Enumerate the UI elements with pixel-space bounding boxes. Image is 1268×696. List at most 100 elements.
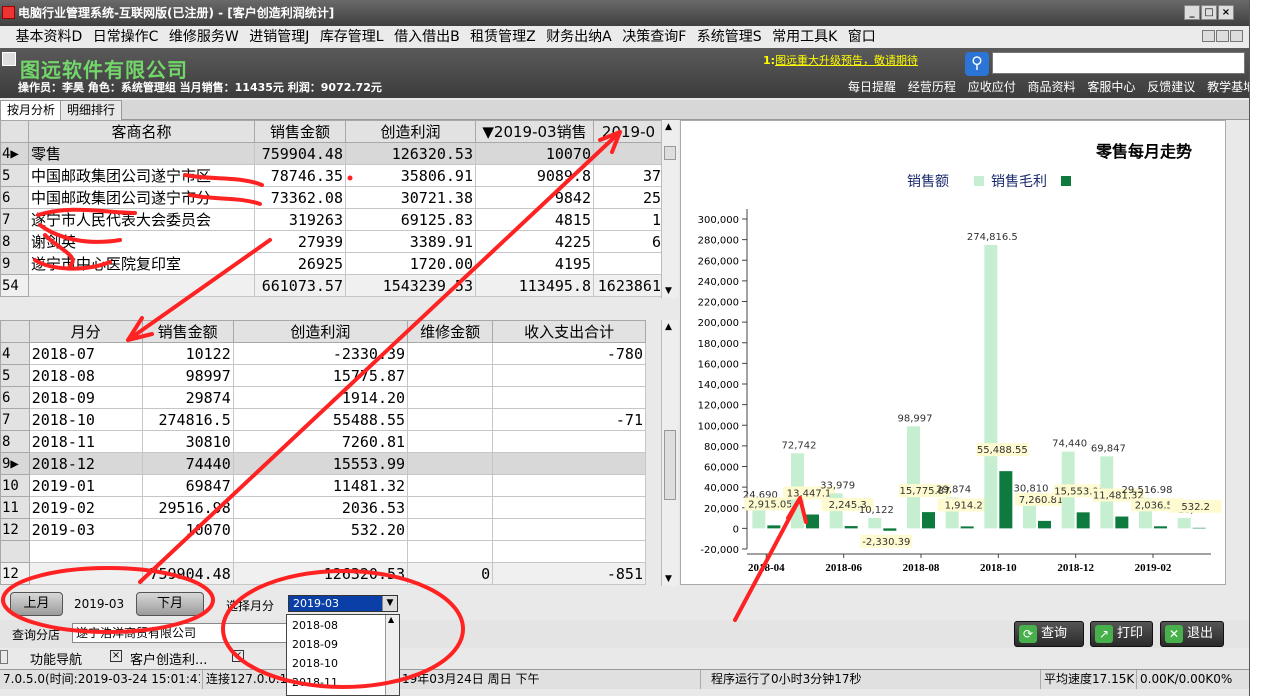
cell-repair: 0: [407, 562, 494, 585]
search-button[interactable]: ⚲: [965, 52, 989, 76]
table-footer-row[interactable]: 12 759904.48 126320.53 0 -851: [0, 562, 646, 585]
col-sales[interactable]: 销售金额: [254, 120, 346, 143]
link-feedback[interactable]: 反馈建议: [1147, 80, 1195, 94]
menu-item[interactable]: 决策查询F: [619, 26, 689, 48]
scroll-down-icon[interactable]: ▼: [665, 574, 672, 584]
search-input[interactable]: [992, 52, 1245, 74]
table-row-empty[interactable]: [0, 540, 646, 563]
maximize-button[interactable]: □: [1201, 5, 1217, 20]
next-month-button[interactable]: 下月: [136, 592, 204, 616]
prev-month-button[interactable]: 上月: [10, 592, 63, 616]
bar-sales: [984, 244, 998, 529]
scroll-up-icon[interactable]: ▲: [388, 615, 394, 624]
cell-profit: [232, 540, 409, 563]
exit-button[interactable]: ✕ 退出: [1160, 621, 1224, 647]
news-ticker[interactable]: 1:图远重大升级预告，敬请期待: [763, 52, 963, 68]
customer-grid-scrollbar[interactable]: ▲ ▼: [661, 120, 678, 298]
mdi-minimize-button[interactable]: [1202, 30, 1215, 42]
menu-item[interactable]: 进销管理J: [246, 26, 312, 48]
cell-profit: 15553.99: [232, 452, 409, 475]
scroll-up-icon[interactable]: ▲: [665, 122, 672, 132]
menu-item[interactable]: 窗口: [845, 26, 879, 48]
col-month-2[interactable]: 2019-0: [593, 120, 664, 143]
col-month-1[interactable]: ▼2019-03销售: [475, 120, 594, 143]
status-speed: 平均速度17.15K: [1040, 670, 1134, 689]
print-button[interactable]: ↗ 打印: [1090, 621, 1153, 647]
col-repair[interactable]: 维修金额: [407, 320, 494, 343]
table-row[interactable]: 12 2019-03 10070 532.20: [0, 518, 646, 541]
table-row[interactable]: 11 2019-02 29516.98 2036.53: [0, 496, 646, 519]
cell-total: [492, 364, 646, 387]
menu-item[interactable]: 基本资料D: [12, 26, 85, 48]
table-row[interactable]: 5 2018-08 98997 15775.87: [0, 364, 646, 387]
query-button[interactable]: ⟳ 查询: [1014, 621, 1084, 647]
col-sales[interactable]: 销售金额: [141, 320, 234, 343]
table-row[interactable]: 4 2018-07 10122 -2330.39 -780: [0, 342, 646, 365]
table-row[interactable]: 10 2019-01 69847 11481.32: [0, 474, 646, 497]
table-row[interactable]: 8 2018-11 30810 7260.81: [0, 430, 646, 453]
grid-gap: [0, 298, 680, 320]
col-profit[interactable]: 创造利润: [345, 120, 476, 143]
table-row[interactable]: 9 遂宁市中心医院复印室 26925 1720.00 4195: [0, 252, 664, 275]
menu-item[interactable]: 日常操作C: [90, 26, 162, 48]
dropdown-option[interactable]: 2018-11: [292, 676, 338, 689]
menu-item[interactable]: 系统管理S: [694, 26, 765, 48]
mdi-restore-button[interactable]: [1216, 30, 1229, 42]
table-footer-row[interactable]: 54 661073.57 1543239.53 113495.8 1623861: [0, 274, 664, 297]
bar-profit: [844, 526, 858, 529]
scroll-up-icon[interactable]: ▲: [665, 322, 672, 332]
chevron-down-icon[interactable]: ▼: [382, 596, 397, 611]
nav-tab[interactable]: 功能导航: [30, 649, 82, 668]
table-row[interactable]: 8 谢剑英 27939 3389.91 4225 6: [0, 230, 664, 253]
scroll-down-icon[interactable]: ▼: [665, 286, 672, 296]
table-row[interactable]: 7 遂宁市人民代表大会委员会 319263 69125.83 4815 1: [0, 208, 664, 231]
link-products[interactable]: 商品资料: [1028, 80, 1076, 94]
month-select[interactable]: 2019-03 ▼: [288, 595, 398, 612]
dropdown-scrollbar[interactable]: ▲: [385, 615, 399, 695]
scroll-thumb[interactable]: [664, 430, 676, 500]
table-row[interactable]: 4▶ 零售 759904.48 126320.53 10070: [0, 142, 664, 165]
col-month[interactable]: 月分: [28, 320, 143, 343]
link-reminder[interactable]: 每日提醒: [848, 80, 896, 94]
mdi-close-button[interactable]: [1230, 30, 1243, 42]
ticker-link[interactable]: 图远重大升级预告，敬请期待: [775, 54, 918, 67]
month-grid-scrollbar[interactable]: ▲ ▼: [661, 320, 678, 586]
window-tab[interactable]: 客户创造利...: [130, 649, 207, 668]
menu-item[interactable]: 维修服务W: [166, 26, 242, 48]
minimize-button[interactable]: _: [1184, 5, 1200, 20]
y-tick-label: -20,000: [700, 545, 739, 556]
dropdown-option[interactable]: 2018-08: [292, 619, 338, 632]
cell-profit: 126320.53: [232, 562, 409, 585]
data-label-profit: -2,330.39: [862, 537, 910, 548]
scroll-thumb[interactable]: [664, 146, 676, 160]
menu-item[interactable]: 财务出纳A: [543, 26, 615, 48]
col-total[interactable]: 收入支出合计: [492, 320, 646, 343]
table-row[interactable]: 6 中国邮政集团公司遂宁市分 73362.08 30721.38 9842 25: [0, 186, 664, 209]
col-customer[interactable]: 客商名称: [28, 120, 255, 143]
close-icon[interactable]: ×: [232, 650, 244, 662]
y-tick-label: 140,000: [698, 380, 739, 391]
cell-sales: 319263: [254, 208, 346, 231]
cell-profit: 1914.20: [232, 386, 409, 409]
close-button[interactable]: ×: [1218, 5, 1234, 20]
col-profit[interactable]: 创造利润: [232, 320, 409, 343]
table-row[interactable]: 7 2018-10 274816.5 55488.55 -71: [0, 408, 646, 431]
link-teaching[interactable]: 教学基地: [1207, 80, 1249, 94]
tab-monthly-analysis[interactable]: 按月分析: [0, 100, 63, 120]
dropdown-option[interactable]: 2018-10: [292, 657, 338, 670]
cell-profit: -2330.39: [232, 342, 409, 365]
menu-item[interactable]: 借入借出B: [391, 26, 463, 48]
menu-item[interactable]: 租赁管理Z: [467, 26, 539, 48]
menu-item[interactable]: 常用工具K: [769, 26, 840, 48]
dropdown-option[interactable]: 2018-09: [292, 638, 338, 651]
table-row[interactable]: 6 2018-09 29874 1914.20: [0, 386, 646, 409]
table-row[interactable]: 9▶ 2018-12 74440 15553.99: [0, 452, 646, 475]
tab-detail-ranking[interactable]: 明细排行: [60, 100, 123, 120]
branch-field[interactable]: 遂宁浩洋商贸有限公司: [72, 623, 288, 643]
link-service[interactable]: 客服中心: [1087, 80, 1135, 94]
close-icon[interactable]: ×: [110, 650, 122, 662]
link-history[interactable]: 经营历程: [908, 80, 956, 94]
link-receivables[interactable]: 应收应付: [968, 80, 1016, 94]
menu-item[interactable]: 库存管理L: [317, 26, 387, 48]
table-row[interactable]: 5 中国邮政集团公司遂宁市区 78746.35 35806.91 9089.8 37: [0, 164, 664, 187]
